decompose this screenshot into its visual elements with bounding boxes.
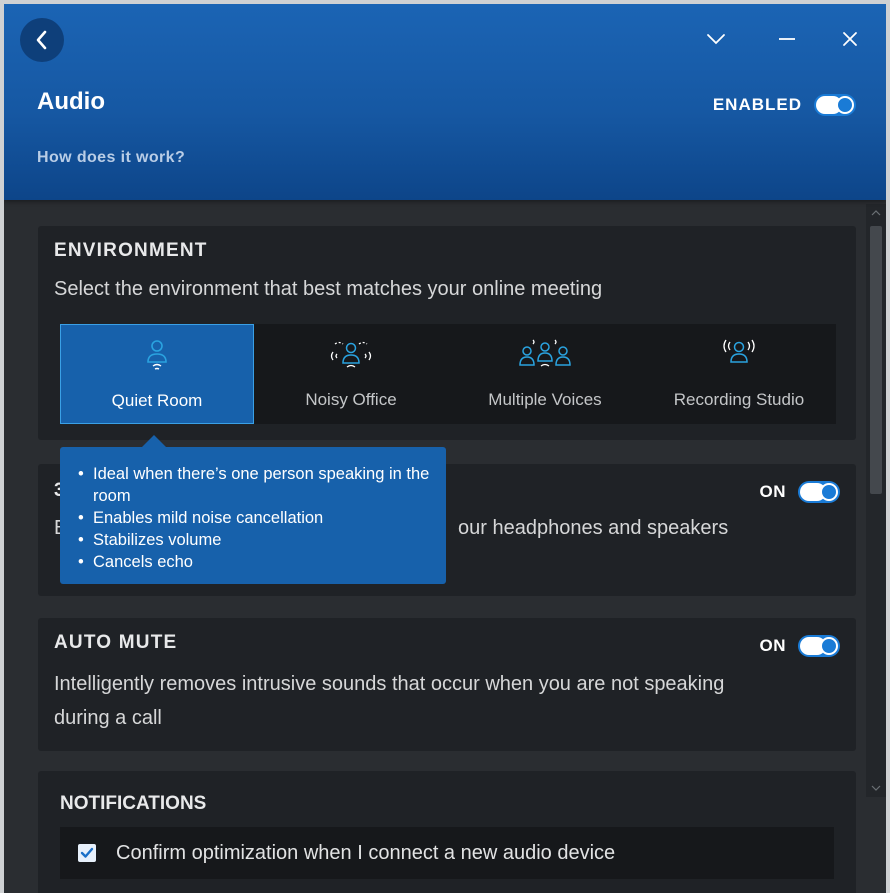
person-broadcast-icon	[723, 339, 755, 363]
tooltip-item: Ideal when there’s one person speaking i…	[78, 463, 432, 507]
env-option-label: Noisy Office	[305, 390, 397, 409]
scroll-down-button[interactable]	[866, 779, 886, 797]
env-option-multiple-voices[interactable]: Multiple Voices	[448, 324, 642, 424]
minimize-button[interactable]	[772, 24, 802, 54]
spatial-audio-description-right: our headphones and speakers	[458, 517, 729, 539]
spatial-toggle-group: ON	[759, 481, 840, 503]
chevron-left-icon	[36, 30, 47, 50]
confirm-optimization-checkbox[interactable]	[78, 844, 96, 862]
minimize-icon	[779, 38, 795, 40]
close-button[interactable]	[835, 24, 865, 54]
notifications-title: NOTIFICATIONS	[60, 793, 207, 814]
person-icon	[147, 340, 167, 370]
scrollbar[interactable]	[866, 204, 886, 797]
quiet-room-tooltip: Ideal when there’s one person speaking i…	[60, 435, 446, 584]
toggle-knob	[836, 96, 854, 114]
notifications-card: NOTIFICATIONS Confirm optimization when …	[38, 771, 856, 893]
env-option-quiet-room[interactable]: Quiet Room	[60, 324, 254, 424]
chevron-down-icon	[707, 34, 725, 45]
close-icon	[843, 32, 857, 46]
env-option-label: Quiet Room	[111, 391, 203, 410]
scroll-up-button[interactable]	[866, 204, 886, 222]
enabled-label: ENABLED	[712, 95, 802, 114]
environment-title: ENVIRONMENT	[54, 240, 208, 261]
toggle-knob	[820, 483, 838, 501]
spatial-on-label: ON	[759, 482, 786, 501]
how-does-it-work-link[interactable]: How does it work?	[37, 149, 185, 167]
auto-mute-toggle[interactable]	[798, 635, 840, 657]
environment-options: Quiet Room Noisy Office Multiple Voices …	[60, 324, 836, 424]
tooltip-list: Ideal when there’s one person speaking i…	[78, 463, 432, 573]
chevron-up-icon	[871, 210, 881, 216]
auto-mute-title: AUTO MUTE	[54, 632, 178, 653]
env-option-recording-studio[interactable]: Recording Studio	[642, 324, 836, 424]
enabled-toggle[interactable]	[814, 94, 856, 116]
group-icon	[519, 339, 571, 367]
check-icon	[80, 847, 94, 858]
spatial-toggle[interactable]	[798, 481, 840, 503]
auto-mute-description: Intelligently removes intrusive sounds t…	[54, 673, 725, 729]
back-button[interactable]	[20, 18, 64, 62]
auto-mute-toggle-group: ON	[759, 635, 840, 657]
header: Audio How does it work? ENABLED	[4, 4, 886, 200]
auto-mute-card: AUTO MUTE Intelligently removes intrusiv…	[38, 618, 856, 751]
toggle-knob	[820, 637, 838, 655]
collapse-button[interactable]	[701, 24, 731, 54]
environment-card: ENVIRONMENT Select the environment that …	[38, 226, 856, 440]
tooltip-item: Stabilizes volume	[78, 529, 432, 551]
confirm-optimization-label: Confirm optimization when I connect a ne…	[116, 841, 616, 864]
env-option-noisy-office[interactable]: Noisy Office	[254, 324, 448, 424]
env-option-label: Multiple Voices	[488, 390, 602, 409]
environment-description: Select the environment that best matches…	[54, 278, 603, 300]
auto-mute-on-label: ON	[759, 636, 786, 655]
tooltip-item: Cancels echo	[78, 551, 432, 573]
enabled-toggle-group: ENABLED	[713, 94, 856, 116]
page-title: Audio	[37, 88, 105, 115]
scrollbar-thumb[interactable]	[870, 226, 882, 494]
person-noise-icon	[330, 341, 372, 368]
confirm-optimization-row: Confirm optimization when I connect a ne…	[60, 827, 834, 879]
chevron-down-icon	[871, 785, 881, 791]
audio-window: Audio How does it work? ENABLED ENVIRONM…	[4, 4, 886, 893]
env-option-label: Recording Studio	[673, 390, 805, 409]
tooltip-item: Enables mild noise cancellation	[78, 507, 432, 529]
